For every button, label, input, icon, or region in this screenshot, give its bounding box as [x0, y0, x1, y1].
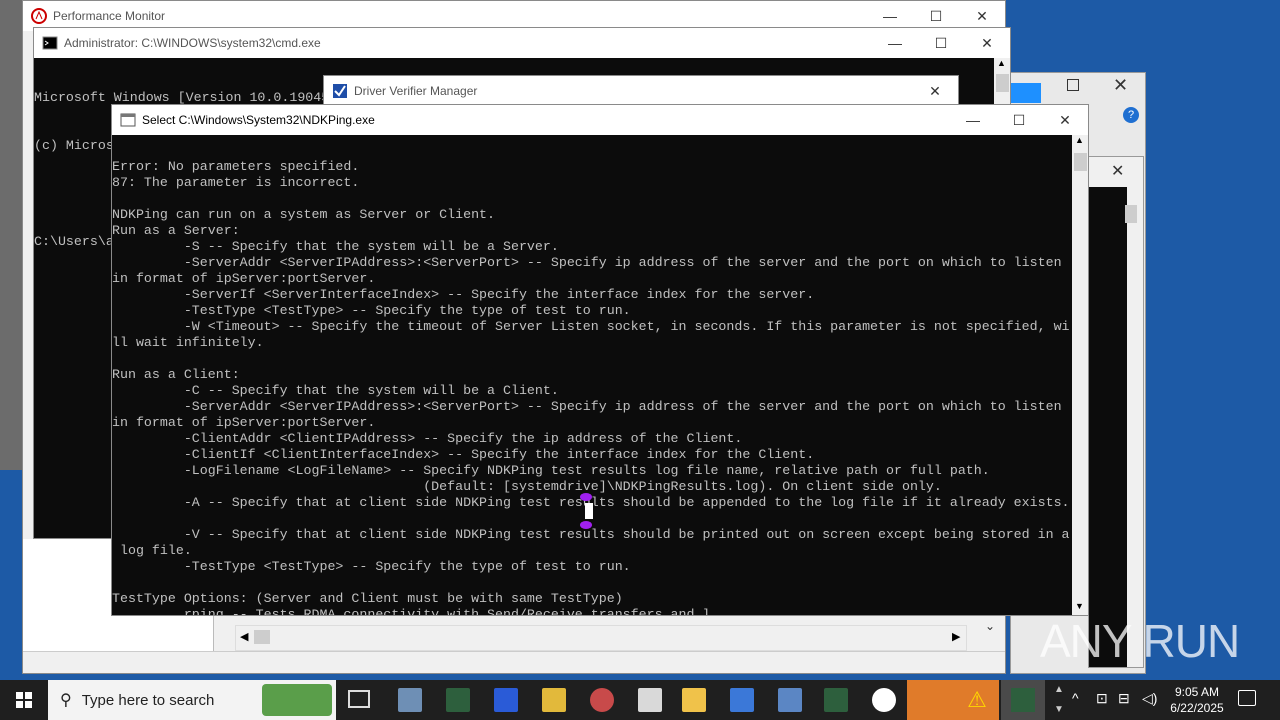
taskbar-app-files-icon[interactable] [542, 688, 566, 712]
bg-close-icon[interactable]: ✕ [1113, 75, 1128, 96]
taskbar-app-perfmon2-icon[interactable] [872, 688, 896, 712]
warning-icon: ⚠ [967, 687, 987, 712]
taskbar-app-notes-icon[interactable] [730, 688, 754, 712]
taskbar-app-folder-icon[interactable] [682, 688, 706, 712]
start-button[interactable] [0, 680, 48, 720]
taskbar-app-checklist-icon[interactable] [638, 688, 662, 712]
notification-icon[interactable] [1238, 690, 1256, 706]
cmd-close-button[interactable]: ✕ [964, 28, 1010, 58]
tray-ethernet-icon[interactable]: ⊟ [1118, 690, 1130, 707]
tray-scroll-icon[interactable]: ▲ ▼ [1052, 680, 1066, 720]
bg-maximize-icon[interactable] [1067, 79, 1079, 91]
verifier-title: Driver Verifier Manager [354, 84, 478, 98]
tray-chevron-icon[interactable]: ^ [1072, 690, 1079, 706]
perfmon-icon [31, 8, 47, 24]
verifier-titlebar: Driver Verifier Manager ✕ [324, 76, 958, 106]
taskbar-app-verifier-icon[interactable] [494, 688, 518, 712]
text-cursor [585, 503, 593, 519]
taskbar-app-console2-icon[interactable] [824, 688, 848, 712]
perfmon-dropdown-arrow[interactable]: ⌄ [985, 619, 995, 633]
verifier-close-button[interactable]: ✕ [912, 76, 958, 106]
scroll-thumb[interactable] [254, 630, 270, 644]
ndkping-close-button[interactable]: ✕ [1042, 105, 1088, 135]
left-desktop-strip [0, 0, 22, 470]
ndkping-maximize-button[interactable]: ☐ [996, 105, 1042, 135]
cmd-scroll-thumb[interactable] [996, 74, 1009, 92]
cmd-icon [42, 36, 58, 50]
search-placeholder: Type here to search [81, 691, 215, 709]
task-view-icon[interactable] [348, 690, 370, 708]
verifier-icon [333, 84, 347, 98]
clock-date: 6/22/2025 [1170, 701, 1224, 715]
mouse-cursor-icon [580, 493, 592, 501]
search-highlight-icon [262, 684, 332, 716]
taskbar-active-console[interactable] [1001, 680, 1045, 720]
taskbar-app-tool-icon[interactable] [590, 688, 614, 712]
ndkping-window: Select C:\Windows\System32\NDKPing.exe —… [111, 104, 1089, 616]
bg-console-close-icon[interactable]: ✕ [1111, 161, 1124, 181]
taskbar-active-app[interactable] [907, 680, 955, 720]
taskbar-warning-app[interactable]: ⚠ [955, 680, 999, 720]
search-icon: ⚲ [60, 692, 72, 709]
ndkping-output: Error: No parameters specified. 87: The … [112, 159, 1070, 615]
cmd-minimize-button[interactable]: — [872, 28, 918, 58]
anyrun-watermark: ANY RUN [1040, 615, 1240, 667]
background-console-right: ✕ [1088, 156, 1144, 668]
ndkping-icon [120, 113, 136, 127]
cmd-maximize-button[interactable]: ☐ [918, 28, 964, 58]
taskbar-app-perfmon-icon[interactable] [398, 688, 422, 712]
taskbar-app-network-icon[interactable] [778, 688, 802, 712]
help-icon[interactable]: ? [1123, 107, 1139, 123]
taskbar-app-console-icon[interactable] [446, 688, 470, 712]
scroll-right-arrow[interactable]: ▶ [952, 630, 960, 643]
cmd-title: Administrator: C:\WINDOWS\system32\cmd.e… [64, 36, 321, 50]
cmd-titlebar: Administrator: C:\WINDOWS\system32\cmd.e… [34, 28, 1010, 58]
clock[interactable]: 9:05 AM 6/22/2025 [1162, 684, 1232, 716]
perfmon-title: Performance Monitor [53, 9, 166, 23]
ndkping-minimize-button[interactable]: — [950, 105, 996, 135]
ndkping-titlebar: Select C:\Windows\System32\NDKPing.exe —… [112, 105, 1088, 135]
mouse-cursor-icon-lower [580, 521, 592, 529]
search-box[interactable]: ⚲ Type here to search [48, 680, 336, 720]
ndkping-scrollbar[interactable]: ▲ ▼ [1072, 135, 1088, 615]
perfmon-hscrollbar[interactable]: ◀ ▶ [235, 625, 967, 651]
clock-time: 9:05 AM [1174, 685, 1220, 699]
tray-network-icon[interactable]: ⊡ [1096, 690, 1108, 707]
scroll-left-arrow[interactable]: ◀ [240, 630, 248, 643]
ndkping-scroll-thumb[interactable] [1074, 153, 1087, 171]
perfmon-statusbar [23, 651, 1005, 673]
bg-blue-strip [1011, 83, 1041, 103]
ndkping-scroll-down[interactable]: ▼ [1075, 601, 1084, 611]
ndkping-scroll-up[interactable]: ▲ [1075, 135, 1084, 145]
taskbar: ⚲ Type here to search ⚠ ▲ ▼ ^ ⊡ ⊟ ◁) 9:05… [0, 680, 1280, 720]
windows-icon [16, 692, 32, 708]
ndkping-title: Select C:\Windows\System32\NDKPing.exe [142, 113, 375, 127]
console-icon [1011, 688, 1035, 712]
tray-volume-icon[interactable]: ◁) [1142, 690, 1157, 707]
